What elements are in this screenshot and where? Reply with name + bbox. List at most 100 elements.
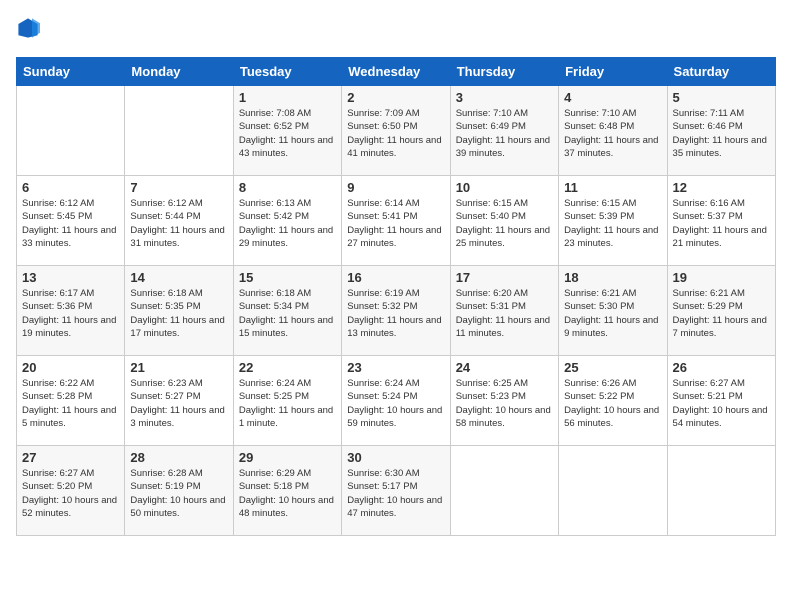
calendar-header: SundayMondayTuesdayWednesdayThursdayFrid… [17, 58, 776, 86]
calendar-cell: 4 Sunrise: 7:10 AM Sunset: 6:48 PM Daylig… [559, 86, 667, 176]
calendar-cell [667, 446, 775, 536]
calendar-cell: 22 Sunrise: 6:24 AM Sunset: 5:25 PM Dayli… [233, 356, 341, 446]
weekday-header: Saturday [667, 58, 775, 86]
day-content: Sunrise: 6:30 AM Sunset: 5:17 PM Dayligh… [347, 467, 444, 520]
day-content: Sunrise: 6:18 AM Sunset: 5:34 PM Dayligh… [239, 287, 336, 340]
day-number: 4 [564, 90, 661, 105]
calendar-cell: 14 Sunrise: 6:18 AM Sunset: 5:35 PM Dayli… [125, 266, 233, 356]
day-content: Sunrise: 6:15 AM Sunset: 5:40 PM Dayligh… [456, 197, 553, 250]
day-content: Sunrise: 6:26 AM Sunset: 5:22 PM Dayligh… [564, 377, 661, 430]
weekday-header: Thursday [450, 58, 558, 86]
day-content: Sunrise: 7:10 AM Sunset: 6:49 PM Dayligh… [456, 107, 553, 160]
calendar-cell: 9 Sunrise: 6:14 AM Sunset: 5:41 PM Daylig… [342, 176, 450, 266]
weekday-header: Wednesday [342, 58, 450, 86]
calendar-week-row: 13 Sunrise: 6:17 AM Sunset: 5:36 PM Dayli… [17, 266, 776, 356]
calendar-cell: 15 Sunrise: 6:18 AM Sunset: 5:34 PM Dayli… [233, 266, 341, 356]
day-number: 19 [673, 270, 770, 285]
day-content: Sunrise: 6:18 AM Sunset: 5:35 PM Dayligh… [130, 287, 227, 340]
calendar-cell: 30 Sunrise: 6:30 AM Sunset: 5:17 PM Dayli… [342, 446, 450, 536]
calendar-cell: 7 Sunrise: 6:12 AM Sunset: 5:44 PM Daylig… [125, 176, 233, 266]
calendar-cell [125, 86, 233, 176]
calendar-cell: 18 Sunrise: 6:21 AM Sunset: 5:30 PM Dayli… [559, 266, 667, 356]
day-number: 2 [347, 90, 444, 105]
day-content: Sunrise: 6:17 AM Sunset: 5:36 PM Dayligh… [22, 287, 119, 340]
day-content: Sunrise: 6:23 AM Sunset: 5:27 PM Dayligh… [130, 377, 227, 430]
day-content: Sunrise: 7:09 AM Sunset: 6:50 PM Dayligh… [347, 107, 444, 160]
weekday-header: Friday [559, 58, 667, 86]
calendar-cell [559, 446, 667, 536]
day-number: 5 [673, 90, 770, 105]
day-number: 11 [564, 180, 661, 195]
day-number: 24 [456, 360, 553, 375]
calendar-cell: 13 Sunrise: 6:17 AM Sunset: 5:36 PM Dayli… [17, 266, 125, 356]
logo [16, 16, 44, 45]
day-number: 7 [130, 180, 227, 195]
calendar-cell: 24Sunrise: 6:25 AM Sunset: 5:23 PM Dayli… [450, 356, 558, 446]
calendar-cell [17, 86, 125, 176]
calendar-table: SundayMondayTuesdayWednesdayThursdayFrid… [16, 57, 776, 536]
calendar-cell: 6Sunrise: 6:12 AM Sunset: 5:45 PM Daylig… [17, 176, 125, 266]
calendar-cell: 1 Sunrise: 7:08 AM Sunset: 6:52 PM Daylig… [233, 86, 341, 176]
calendar-cell: 28Sunrise: 6:28 AM Sunset: 5:19 PM Dayli… [125, 446, 233, 536]
day-number: 15 [239, 270, 336, 285]
day-number: 17 [456, 270, 553, 285]
calendar-cell: 11 Sunrise: 6:15 AM Sunset: 5:39 PM Dayli… [559, 176, 667, 266]
day-content: Sunrise: 6:15 AM Sunset: 5:39 PM Dayligh… [564, 197, 661, 250]
calendar-body: 1 Sunrise: 7:08 AM Sunset: 6:52 PM Daylig… [17, 86, 776, 536]
day-number: 9 [347, 180, 444, 195]
day-number: 13 [22, 270, 119, 285]
day-content: Sunrise: 6:24 AM Sunset: 5:24 PM Dayligh… [347, 377, 444, 430]
day-content: Sunrise: 6:19 AM Sunset: 5:32 PM Dayligh… [347, 287, 444, 340]
day-number: 1 [239, 90, 336, 105]
calendar-cell: 3 Sunrise: 7:10 AM Sunset: 6:49 PM Daylig… [450, 86, 558, 176]
weekday-row: SundayMondayTuesdayWednesdayThursdayFrid… [17, 58, 776, 86]
day-number: 20 [22, 360, 119, 375]
weekday-header: Tuesday [233, 58, 341, 86]
calendar-week-row: 1 Sunrise: 7:08 AM Sunset: 6:52 PM Daylig… [17, 86, 776, 176]
calendar-cell: 19 Sunrise: 6:21 AM Sunset: 5:29 PM Dayli… [667, 266, 775, 356]
day-content: Sunrise: 6:12 AM Sunset: 5:44 PM Dayligh… [130, 197, 227, 250]
calendar-cell: 20 Sunrise: 6:22 AM Sunset: 5:28 PM Dayli… [17, 356, 125, 446]
day-content: Sunrise: 6:21 AM Sunset: 5:29 PM Dayligh… [673, 287, 770, 340]
day-content: Sunrise: 6:20 AM Sunset: 5:31 PM Dayligh… [456, 287, 553, 340]
weekday-header: Sunday [17, 58, 125, 86]
calendar-cell: 5Sunrise: 7:11 AM Sunset: 6:46 PM Daylig… [667, 86, 775, 176]
day-number: 30 [347, 450, 444, 465]
day-content: Sunrise: 6:13 AM Sunset: 5:42 PM Dayligh… [239, 197, 336, 250]
calendar-cell: 2 Sunrise: 7:09 AM Sunset: 6:50 PM Daylig… [342, 86, 450, 176]
day-content: Sunrise: 7:10 AM Sunset: 6:48 PM Dayligh… [564, 107, 661, 160]
calendar-cell: 12Sunrise: 6:16 AM Sunset: 5:37 PM Dayli… [667, 176, 775, 266]
day-number: 3 [456, 90, 553, 105]
calendar-week-row: 6Sunrise: 6:12 AM Sunset: 5:45 PM Daylig… [17, 176, 776, 266]
day-content: Sunrise: 6:22 AM Sunset: 5:28 PM Dayligh… [22, 377, 119, 430]
day-number: 18 [564, 270, 661, 285]
calendar-week-row: 20 Sunrise: 6:22 AM Sunset: 5:28 PM Dayli… [17, 356, 776, 446]
day-number: 22 [239, 360, 336, 375]
day-content: Sunrise: 6:12 AM Sunset: 5:45 PM Dayligh… [22, 197, 119, 250]
day-number: 25 [564, 360, 661, 375]
calendar-cell: 10 Sunrise: 6:15 AM Sunset: 5:40 PM Dayli… [450, 176, 558, 266]
calendar-cell: 23 Sunrise: 6:24 AM Sunset: 5:24 PM Dayli… [342, 356, 450, 446]
day-number: 27 [22, 450, 119, 465]
day-content: Sunrise: 6:29 AM Sunset: 5:18 PM Dayligh… [239, 467, 336, 520]
calendar-week-row: 27Sunrise: 6:27 AM Sunset: 5:20 PM Dayli… [17, 446, 776, 536]
day-content: Sunrise: 6:24 AM Sunset: 5:25 PM Dayligh… [239, 377, 336, 430]
day-content: Sunrise: 6:21 AM Sunset: 5:30 PM Dayligh… [564, 287, 661, 340]
day-number: 16 [347, 270, 444, 285]
logo-icon [16, 16, 40, 40]
day-number: 14 [130, 270, 227, 285]
day-number: 23 [347, 360, 444, 375]
day-content: Sunrise: 7:08 AM Sunset: 6:52 PM Dayligh… [239, 107, 336, 160]
calendar-cell: 29Sunrise: 6:29 AM Sunset: 5:18 PM Dayli… [233, 446, 341, 536]
day-number: 10 [456, 180, 553, 195]
day-content: Sunrise: 6:28 AM Sunset: 5:19 PM Dayligh… [130, 467, 227, 520]
day-number: 26 [673, 360, 770, 375]
calendar-cell: 25 Sunrise: 6:26 AM Sunset: 5:22 PM Dayli… [559, 356, 667, 446]
page-header [16, 16, 776, 45]
calendar-cell: 16 Sunrise: 6:19 AM Sunset: 5:32 PM Dayli… [342, 266, 450, 356]
calendar-cell [450, 446, 558, 536]
weekday-header: Monday [125, 58, 233, 86]
day-content: Sunrise: 6:14 AM Sunset: 5:41 PM Dayligh… [347, 197, 444, 250]
calendar-cell: 21Sunrise: 6:23 AM Sunset: 5:27 PM Dayli… [125, 356, 233, 446]
calendar-cell: 17 Sunrise: 6:20 AM Sunset: 5:31 PM Dayli… [450, 266, 558, 356]
